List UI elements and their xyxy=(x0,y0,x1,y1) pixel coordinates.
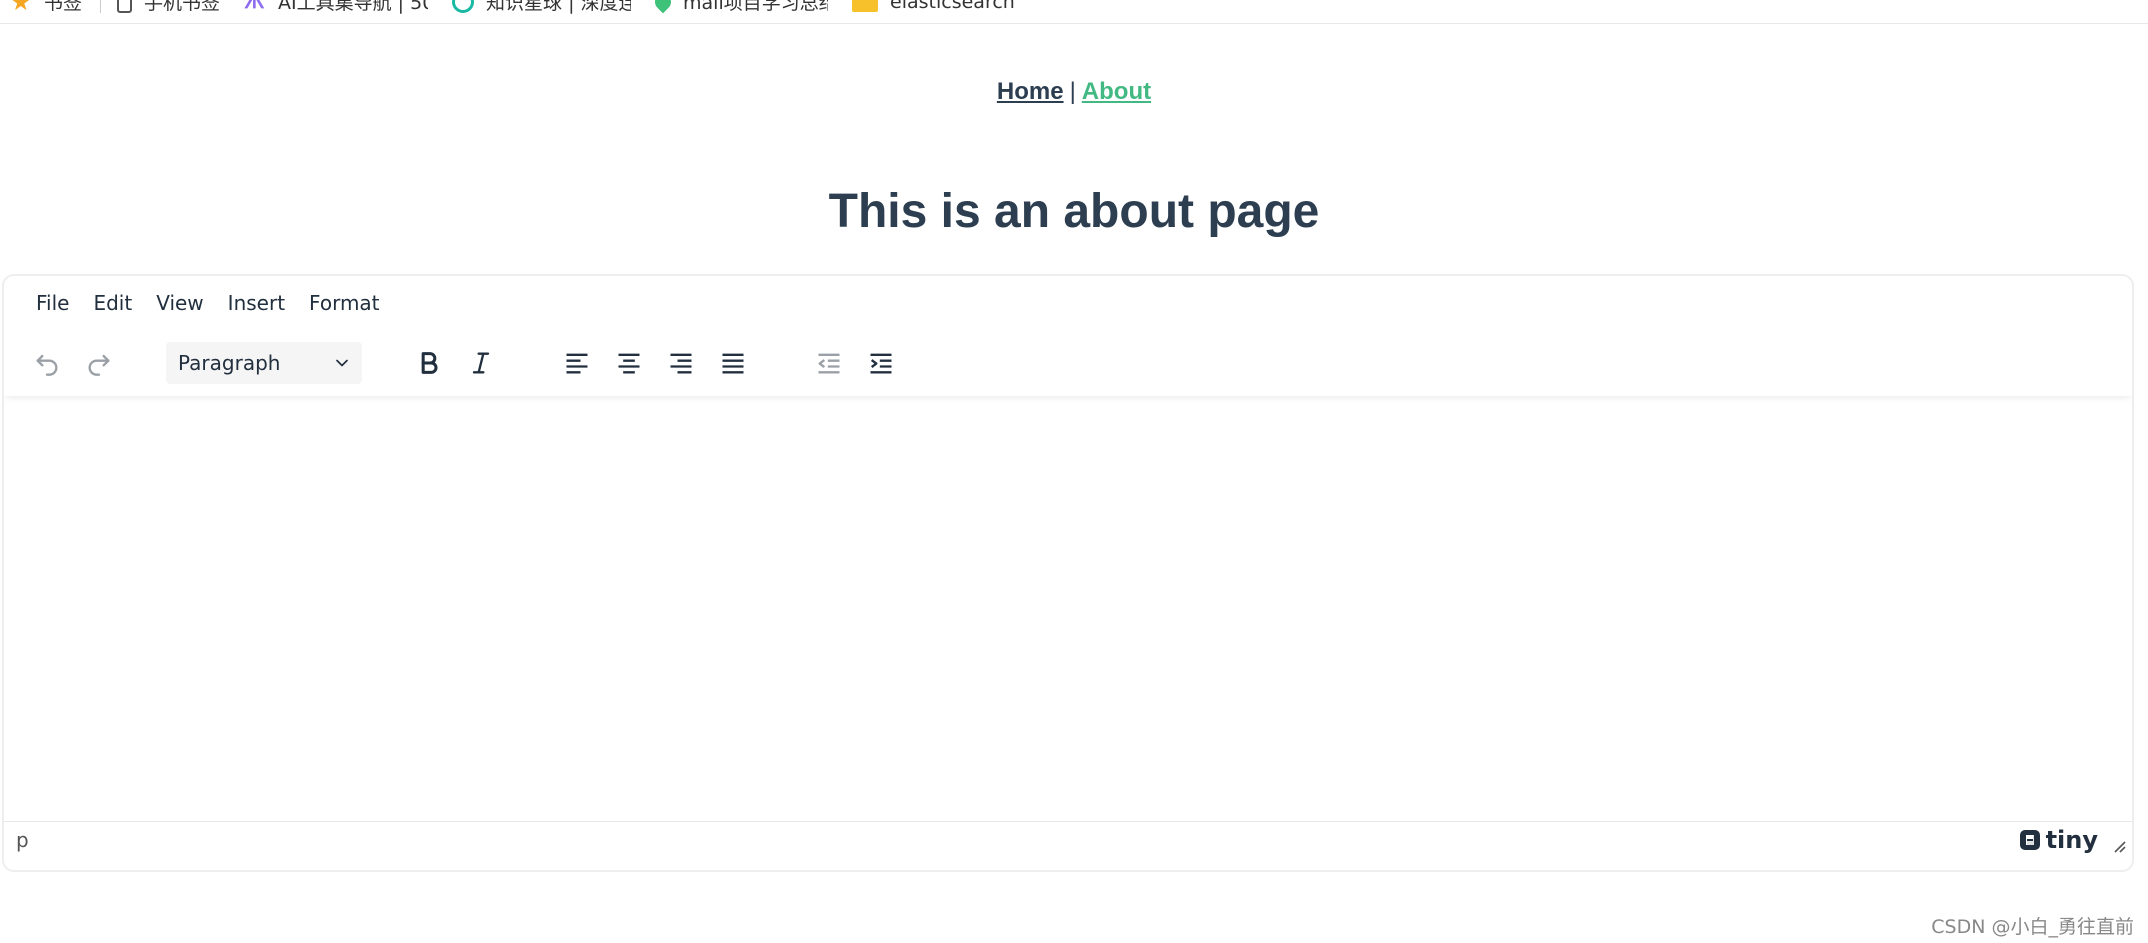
italic-button[interactable] xyxy=(458,342,504,384)
bookmark-label: 手机书签 xyxy=(144,0,221,14)
router-nav: Home | About xyxy=(0,78,2148,106)
tiny-branding-link[interactable]: tiny xyxy=(2018,826,2098,854)
block-format-select[interactable]: Paragraph xyxy=(166,342,362,384)
bookmark-folder[interactable]: ★ 书签 xyxy=(10,0,82,15)
align-right-button[interactable] xyxy=(658,342,704,384)
nav-separator: | xyxy=(1069,78,1076,105)
resize-handle-icon[interactable] xyxy=(2110,837,2126,853)
redo-icon xyxy=(88,354,110,376)
bookmark-label: elasticsearch xyxy=(890,0,1015,13)
align-left-button[interactable] xyxy=(554,342,600,384)
italic-icon xyxy=(472,352,490,374)
bookmarks-divider xyxy=(100,0,102,13)
nav-link-about[interactable]: About xyxy=(1082,78,1151,105)
outdent-icon xyxy=(818,353,840,374)
chevron-down-icon xyxy=(336,359,348,367)
statusbar-right: tiny xyxy=(2018,826,2126,854)
indent-button[interactable] xyxy=(858,342,904,384)
editor-statusbar: p tiny xyxy=(4,822,2132,858)
menu-insert[interactable]: Insert xyxy=(216,285,297,321)
redo-button[interactable] xyxy=(76,342,122,384)
align-center-icon xyxy=(618,353,640,374)
bookmark-label: 书签 xyxy=(44,0,83,14)
bookmark-item[interactable]: ᗑ AI工具集导航 | 50 xyxy=(244,0,428,15)
folder-icon xyxy=(852,0,879,12)
align-right-icon xyxy=(670,353,692,374)
leaf-icon xyxy=(651,0,675,13)
bookmark-item[interactable]: elasticsearch xyxy=(852,0,1015,13)
tiny-logo-icon xyxy=(2019,830,2040,850)
star-icon: ★ xyxy=(10,0,32,16)
rich-text-editor: File Edit View Insert Format Paragraph p… xyxy=(2,274,2134,872)
bookmark-label: mall项目学习总结 xyxy=(683,0,829,14)
bookmark-item[interactable]: 手机书签 xyxy=(117,0,220,15)
bookmark-label: AI工具集导航 | 50 xyxy=(278,0,429,14)
menu-edit[interactable]: Edit xyxy=(81,285,144,321)
bold-icon xyxy=(421,352,438,374)
phone-icon xyxy=(117,0,133,13)
ai-tools-icon: ᗑ xyxy=(244,0,265,14)
align-center-button[interactable] xyxy=(606,342,652,384)
align-justify-button[interactable] xyxy=(710,342,756,384)
page-title: This is an about page xyxy=(828,185,1320,238)
editor-content-area[interactable] xyxy=(4,396,2132,822)
align-justify-icon xyxy=(722,353,744,374)
ring-icon xyxy=(452,0,475,13)
menu-view[interactable]: View xyxy=(144,285,215,321)
undo-icon xyxy=(36,354,58,376)
block-format-value: Paragraph xyxy=(178,351,281,375)
tiny-brand-text: tiny xyxy=(2045,826,2098,854)
undo-button[interactable] xyxy=(24,342,70,384)
menu-file[interactable]: File xyxy=(24,285,81,321)
editor-menubar: File Edit View Insert Format xyxy=(4,276,2132,330)
outdent-button[interactable] xyxy=(806,342,852,384)
nav-link-home[interactable]: Home xyxy=(997,78,1064,105)
editor-toolbar: Paragraph xyxy=(4,330,2132,396)
align-left-icon xyxy=(566,353,588,374)
element-path[interactable]: p xyxy=(16,828,29,852)
menu-format[interactable]: Format xyxy=(297,285,391,321)
bookmarks-bar: ★ 书签 手机书签 ᗑ AI工具集导航 | 50 知识星球 | 深度连 mall… xyxy=(0,0,2148,24)
bold-button[interactable] xyxy=(406,342,452,384)
bookmark-item[interactable]: 知识星球 | 深度连 xyxy=(452,0,631,15)
csdn-watermark: CSDN @小白_勇往直前 xyxy=(1931,916,2134,938)
bookmark-item[interactable]: mall项目学习总结 xyxy=(651,0,829,15)
bookmark-label: 知识星球 | 深度连 xyxy=(486,0,632,14)
indent-icon xyxy=(870,353,892,374)
